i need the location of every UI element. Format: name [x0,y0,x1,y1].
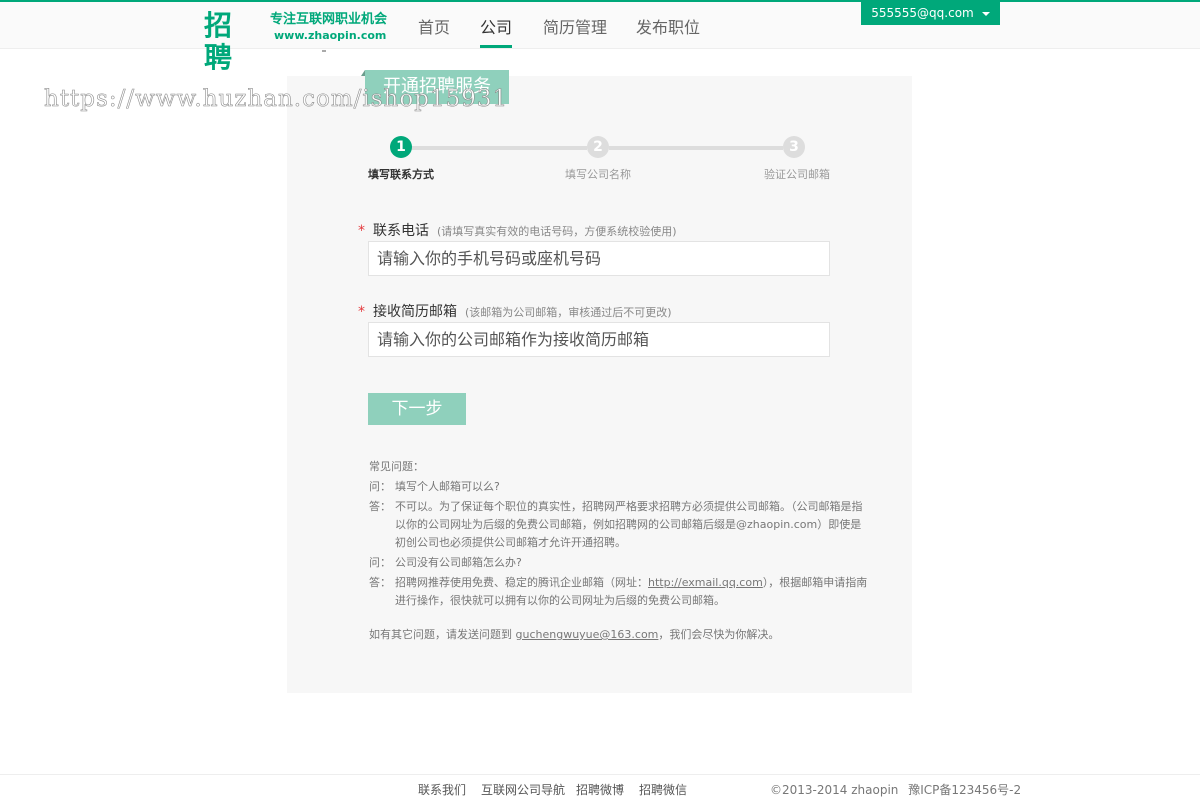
exmail-link[interactable]: http://exmail.qq.com [648,576,763,589]
faq-question: 问： 填写个人邮箱可以么? [369,478,869,496]
step-2-label: 填写公司名称 [565,168,631,181]
user-email: 555555@qq.com [871,6,974,20]
watermark: https://www.huzhan.com/ishop15931 [44,86,509,113]
logo-text: 招聘 [204,9,235,74]
contact-text-after: ，我们会尽快为你解决。 [658,628,780,641]
nav-company[interactable]: 公司 [480,14,512,38]
footer-link-contact[interactable]: 联系我们 [418,781,466,798]
nav-home[interactable]: 首页 [418,14,450,38]
email-label-text: 接收简历邮箱 [373,304,457,320]
footer-link-company-nav[interactable]: 互联网公司导航 [481,781,565,798]
faq-question-text: 填写个人邮箱可以么? [395,480,500,493]
footer-link-wechat[interactable]: 招聘微信 [639,781,687,798]
faq-answer: 答： 不可以。为了保证每个职位的真实性，招聘网严格要求招聘方必须提供公司邮箱。（… [369,498,869,552]
contact-note: 如有其它问题，请发送问题到 guchengwuyue@163.com，我们会尽快… [369,626,779,642]
footer-copyright: ©2013-2014 zhaopin 豫ICP备123456号-2 [770,781,1021,798]
answer-prefix: 答： [369,500,391,513]
faq-question-text: 公司没有公司邮箱怎么办? [395,556,522,569]
icp-text: 豫ICP备123456号-2 [908,783,1022,797]
nav-active-indicator [480,45,512,48]
logo-slogan: 专注互联网职业机会 [270,12,388,27]
step-1-marker: 1 [390,136,412,158]
step-2-marker: 2 [587,136,609,158]
faq-section: 常见问题： 问： 填写个人邮箱可以么? 答： 不可以。为了保证每个职位的真实性，… [369,458,869,610]
nav-post-job[interactable]: 发布职位 [636,14,700,38]
step-3-label: 验证公司邮箱 [764,168,830,181]
phone-label-text: 联系电话 [373,223,429,239]
faq-answer: 答： 招聘网推荐使用免费、稳定的腾讯企业邮箱（网址：http://exmail.… [369,574,869,610]
contact-email-link[interactable]: guchengwuyue@163.com [516,628,659,641]
email-input[interactable] [368,322,830,357]
footer-link-weibo[interactable]: 招聘微博 [576,781,624,798]
next-step-button[interactable]: 下一步 [368,393,466,425]
logo-url: www.zhaopin.com [274,29,387,42]
logo-divider [322,50,326,52]
answer-prefix: 答： [369,576,391,589]
faq-answer-text-before: 招聘网推荐使用免费、稳定的腾讯企业邮箱（网址： [395,576,648,589]
caret-down-icon [981,11,990,16]
question-prefix: 问： [369,556,391,569]
faq-answer-text: 不可以。为了保证每个职位的真实性，招聘网严格要求招聘方必须提供公司邮箱。（公司邮… [395,500,863,549]
contact-text-before: 如有其它问题，请发送问题到 [369,628,512,641]
user-account-menu[interactable]: 555555@qq.com [861,2,1000,25]
phone-hint: (请填写真实有效的电话号码，方便系统校验使用) [437,225,677,238]
phone-field-label: * 联系电话 (请填写真实有效的电话号码，方便系统校验使用) [358,220,677,240]
faq-title: 常见问题： [369,460,424,473]
step-connector-1 [411,146,587,150]
required-mark: * [358,223,365,239]
question-prefix: 问： [369,480,391,493]
required-mark: * [358,304,365,320]
phone-input[interactable] [368,241,830,276]
copyright-text: ©2013-2014 zhaopin [770,783,899,797]
step-1-label: 填写联系方式 [368,168,434,181]
faq-question: 问： 公司没有公司邮箱怎么办? [369,554,869,572]
site-header: 招聘 专注互联网职业机会 www.zhaopin.com 首页 公司 简历管理 … [0,2,1200,74]
footer-divider [0,774,1200,775]
step-connector-2 [609,146,783,150]
email-field-label: * 接收简历邮箱 (该邮箱为公司邮箱，审核通过后不可更改) [358,301,672,321]
nav-resume-management[interactable]: 简历管理 [543,14,607,38]
email-hint: (该邮箱为公司邮箱，审核通过后不可更改) [465,306,672,319]
step-3-marker: 3 [783,136,805,158]
